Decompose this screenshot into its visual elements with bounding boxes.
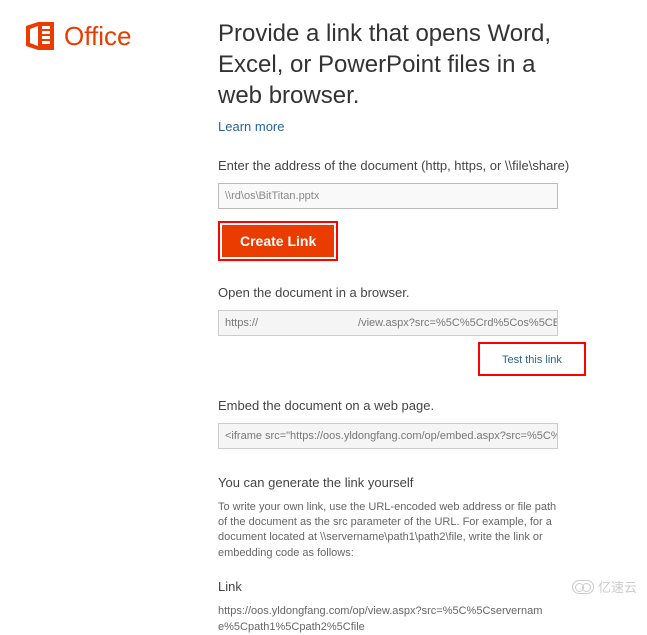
office-icon: [24, 20, 56, 52]
test-link-highlight: Test this link: [478, 342, 586, 376]
embed-label: Embed the document on a web page.: [218, 398, 578, 413]
generate-yourself-title: You can generate the link yourself: [218, 475, 578, 490]
watermark: 亿速云: [572, 577, 637, 596]
test-this-link[interactable]: Test this link: [502, 354, 562, 366]
main-content: Provide a link that opens Word, Excel, o…: [218, 18, 578, 635]
office-logo-text: Office: [64, 21, 131, 52]
embed-code-output[interactable]: <iframe src="https://oos.yldongfang.com/…: [218, 423, 558, 449]
link-example-text: https://oos.yldongfang.com/op/view.aspx?…: [218, 604, 558, 635]
create-link-button[interactable]: Create Link: [222, 225, 334, 257]
open-url-prefix: https://: [225, 317, 258, 329]
open-url-suffix: /view.aspx?src=%5C%5Crd%5Cos%5CBitTitan.…: [358, 317, 558, 329]
watermark-text: 亿速云: [598, 577, 637, 596]
page-heading: Provide a link that opens Word, Excel, o…: [218, 18, 578, 112]
office-logo: Office: [24, 20, 131, 52]
generate-yourself-text: To write your own link, use the URL-enco…: [218, 500, 558, 562]
address-input[interactable]: [218, 183, 558, 209]
watermark-icon: [572, 580, 594, 594]
open-label: Open the document in a browser.: [218, 285, 578, 300]
open-url-output[interactable]: https:// /view.aspx?src=%5C%5Crd%5Cos%5C…: [218, 310, 558, 336]
link-example-title: Link: [218, 579, 578, 594]
create-button-highlight: Create Link: [218, 221, 338, 261]
embed-code-text: <iframe src="https://oos.yldongfang.com/…: [225, 430, 558, 442]
learn-more-link[interactable]: Learn more: [218, 119, 284, 134]
address-label: Enter the address of the document (http,…: [218, 158, 578, 173]
